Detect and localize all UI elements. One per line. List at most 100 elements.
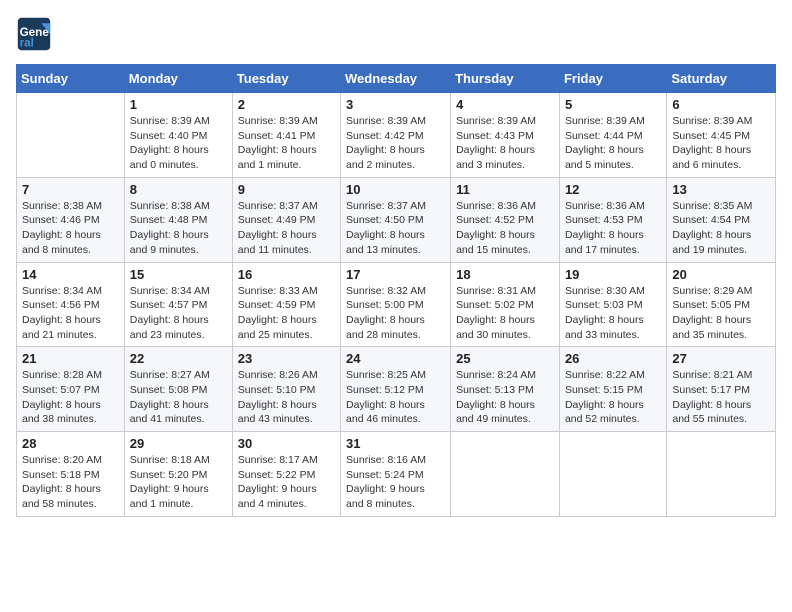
calendar-cell: 23 Sunrise: 8:26 AMSunset: 5:10 PMDayligh… [232,347,340,432]
calendar-cell: 7Sunrise: 8:38 AMSunset: 4:46 PMDaylight… [17,177,125,262]
day-info: Sunrise: 8:39 AMSunset: 4:40 PMDaylight:… [130,114,227,173]
day-info: Sunrise: 8:39 AMSunset: 4:42 PMDaylight:… [346,114,445,173]
day-number: 9 [238,182,335,197]
logo: Gene- ral [16,16,56,52]
day-number: 20 [672,267,770,282]
calendar-cell: 18 Sunrise: 8:31 AMSunset: 5:02 PMDayligh… [451,262,560,347]
calendar-week-5: 28Sunrise: 8:20 AMSunset: 5:18 PMDayligh… [17,432,776,517]
day-info: Sunrise: 8:29 AMSunset: 5:05 PMDaylight:… [672,284,770,343]
calendar-cell: 30 Sunrise: 8:17 AMSunset: 5:22 PMDayligh… [232,432,340,517]
calendar-cell: 13 Sunrise: 8:35 AMSunset: 4:54 PMDayligh… [667,177,776,262]
day-number: 21 [22,351,119,366]
day-number: 19 [565,267,661,282]
weekday-header-wednesday: Wednesday [341,65,451,93]
calendar-cell: 19Sunrise: 8:30 AMSunset: 5:03 PMDayligh… [559,262,666,347]
day-info: Sunrise: 8:26 AMSunset: 5:10 PMDaylight:… [238,368,335,427]
calendar-table: SundayMondayTuesdayWednesdayThursdayFrid… [16,64,776,517]
day-number: 25 [456,351,554,366]
day-number: 6 [672,97,770,112]
calendar-cell: 27 Sunrise: 8:21 AMSunset: 5:17 PMDayligh… [667,347,776,432]
day-number: 8 [130,182,227,197]
day-number: 22 [130,351,227,366]
day-number: 3 [346,97,445,112]
calendar-cell [17,93,125,178]
calendar-cell: 16 Sunrise: 8:33 AMSunset: 4:59 PMDayligh… [232,262,340,347]
day-number: 27 [672,351,770,366]
calendar-cell: 15 Sunrise: 8:34 AMSunset: 4:57 PMDayligh… [124,262,232,347]
day-info: Sunrise: 8:35 AMSunset: 4:54 PMDaylight:… [672,199,770,258]
day-info: Sunrise: 8:38 AMSunset: 4:48 PMDaylight:… [130,199,227,258]
calendar-cell: 11 Sunrise: 8:36 AMSunset: 4:52 PMDayligh… [451,177,560,262]
day-number: 1 [130,97,227,112]
day-info: Sunrise: 8:39 AMSunset: 4:44 PMDaylight:… [565,114,661,173]
page-header: Gene- ral [16,16,776,52]
day-number: 30 [238,436,335,451]
calendar-cell: 2Sunrise: 8:39 AMSunset: 4:41 PMDaylight… [232,93,340,178]
calendar-cell: 22 Sunrise: 8:27 AMSunset: 5:08 PMDayligh… [124,347,232,432]
calendar-cell: 1 Sunrise: 8:39 AMSunset: 4:40 PMDaylight… [124,93,232,178]
weekday-header-sunday: Sunday [17,65,125,93]
day-info: Sunrise: 8:32 AMSunset: 5:00 PMDaylight:… [346,284,445,343]
day-number: 10 [346,182,445,197]
calendar-cell: 20 Sunrise: 8:29 AMSunset: 5:05 PMDayligh… [667,262,776,347]
day-info: Sunrise: 8:33 AMSunset: 4:59 PMDaylight:… [238,284,335,343]
day-info: Sunrise: 8:39 AMSunset: 4:45 PMDaylight:… [672,114,770,173]
calendar-week-1: 1 Sunrise: 8:39 AMSunset: 4:40 PMDaylight… [17,93,776,178]
day-number: 13 [672,182,770,197]
logo-icon: Gene- ral [16,16,52,52]
day-info: Sunrise: 8:17 AMSunset: 5:22 PMDaylight:… [238,453,335,512]
day-info: Sunrise: 8:37 AMSunset: 4:50 PMDaylight:… [346,199,445,258]
day-info: Sunrise: 8:24 AMSunset: 5:13 PMDaylight:… [456,368,554,427]
day-number: 4 [456,97,554,112]
day-number: 11 [456,182,554,197]
day-info: Sunrise: 8:20 AMSunset: 5:18 PMDaylight:… [22,453,119,512]
calendar-cell: 5 Sunrise: 8:39 AMSunset: 4:44 PMDaylight… [559,93,666,178]
day-info: Sunrise: 8:38 AMSunset: 4:46 PMDaylight:… [22,199,119,258]
day-info: Sunrise: 8:25 AMSunset: 5:12 PMDaylight:… [346,368,445,427]
day-number: 12 [565,182,661,197]
calendar-week-4: 21Sunrise: 8:28 AMSunset: 5:07 PMDayligh… [17,347,776,432]
day-info: Sunrise: 8:37 AMSunset: 4:49 PMDaylight:… [238,199,335,258]
day-info: Sunrise: 8:31 AMSunset: 5:02 PMDaylight:… [456,284,554,343]
calendar-cell: 8 Sunrise: 8:38 AMSunset: 4:48 PMDaylight… [124,177,232,262]
day-number: 29 [130,436,227,451]
day-info: Sunrise: 8:18 AMSunset: 5:20 PMDaylight:… [130,453,227,512]
calendar-cell [559,432,666,517]
calendar-cell: 29 Sunrise: 8:18 AMSunset: 5:20 PMDayligh… [124,432,232,517]
day-number: 23 [238,351,335,366]
weekday-header-thursday: Thursday [451,65,560,93]
calendar-cell: 26 Sunrise: 8:22 AMSunset: 5:15 PMDayligh… [559,347,666,432]
calendar-cell: 12 Sunrise: 8:36 AMSunset: 4:53 PMDayligh… [559,177,666,262]
calendar-week-2: 7Sunrise: 8:38 AMSunset: 4:46 PMDaylight… [17,177,776,262]
day-info: Sunrise: 8:27 AMSunset: 5:08 PMDaylight:… [130,368,227,427]
calendar-cell: 31 Sunrise: 8:16 AMSunset: 5:24 PMDayligh… [341,432,451,517]
day-number: 5 [565,97,661,112]
day-number: 15 [130,267,227,282]
day-info: Sunrise: 8:22 AMSunset: 5:15 PMDaylight:… [565,368,661,427]
day-number: 31 [346,436,445,451]
calendar-cell [667,432,776,517]
weekday-header-saturday: Saturday [667,65,776,93]
calendar-week-3: 14Sunrise: 8:34 AMSunset: 4:56 PMDayligh… [17,262,776,347]
calendar-cell: 9 Sunrise: 8:37 AMSunset: 4:49 PMDaylight… [232,177,340,262]
day-info: Sunrise: 8:16 AMSunset: 5:24 PMDaylight:… [346,453,445,512]
calendar-cell: 6 Sunrise: 8:39 AMSunset: 4:45 PMDaylight… [667,93,776,178]
day-number: 18 [456,267,554,282]
day-info: Sunrise: 8:36 AMSunset: 4:52 PMDaylight:… [456,199,554,258]
day-info: Sunrise: 8:39 AMSunset: 4:41 PMDaylight:… [238,114,335,173]
calendar-cell: 10 Sunrise: 8:37 AMSunset: 4:50 PMDayligh… [341,177,451,262]
day-info: Sunrise: 8:34 AMSunset: 4:57 PMDaylight:… [130,284,227,343]
calendar-cell: 21Sunrise: 8:28 AMSunset: 5:07 PMDayligh… [17,347,125,432]
day-number: 16 [238,267,335,282]
day-info: Sunrise: 8:21 AMSunset: 5:17 PMDaylight:… [672,368,770,427]
calendar-cell: 28Sunrise: 8:20 AMSunset: 5:18 PMDayligh… [17,432,125,517]
day-info: Sunrise: 8:34 AMSunset: 4:56 PMDaylight:… [22,284,119,343]
weekday-header-monday: Monday [124,65,232,93]
calendar-cell: 3 Sunrise: 8:39 AMSunset: 4:42 PMDaylight… [341,93,451,178]
day-number: 26 [565,351,661,366]
weekday-header-friday: Friday [559,65,666,93]
svg-text:ral: ral [20,37,34,50]
day-info: Sunrise: 8:39 AMSunset: 4:43 PMDaylight:… [456,114,554,173]
day-number: 17 [346,267,445,282]
day-info: Sunrise: 8:36 AMSunset: 4:53 PMDaylight:… [565,199,661,258]
